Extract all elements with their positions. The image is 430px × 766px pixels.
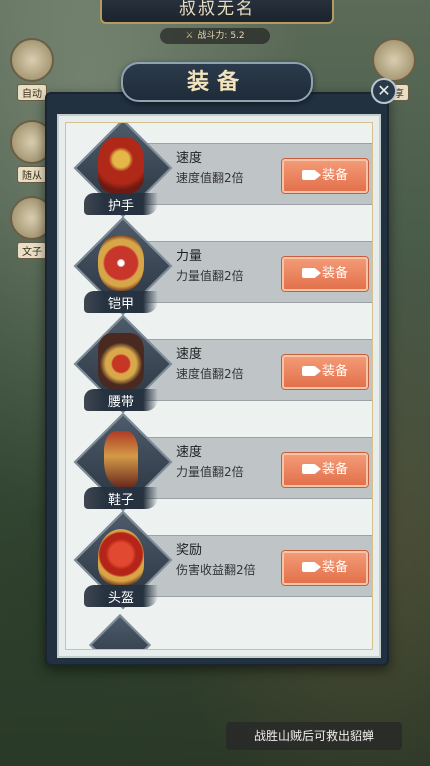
- equipment-panel: 护手 速度 速度值翻2倍 装备 铠甲 力量 力量值翻2倍 装备 腰带 速度 速度…: [45, 92, 389, 666]
- video-icon: [301, 268, 321, 278]
- player-name-banner: 叔叔无名: [100, 0, 334, 24]
- share-icon: [372, 38, 416, 82]
- slot-label: 护手: [107, 199, 134, 214]
- slot-label: 腰带: [107, 395, 134, 410]
- equipment-row: 护手 速度 速度值翻2倍 装备: [73, 123, 372, 221]
- video-icon: [301, 562, 321, 572]
- panel-body: 护手 速度 速度值翻2倍 装备 铠甲 力量 力量值翻2倍 装备 腰带 速度 速度…: [57, 114, 381, 658]
- equip-button[interactable]: 装备: [282, 159, 368, 193]
- equipment-desc: 速度值翻2倍: [176, 367, 244, 381]
- auto-icon: [10, 38, 54, 82]
- follower-label: 随从: [17, 166, 47, 183]
- equipment-list[interactable]: 护手 速度 速度值翻2倍 装备 铠甲 力量 力量值翻2倍 装备 腰带 速度 速度…: [65, 122, 373, 650]
- equip-button-label: 装备: [321, 462, 348, 477]
- equipment-name: 奖励: [176, 543, 203, 558]
- armor-icon: [98, 235, 144, 291]
- video-icon: [301, 170, 321, 180]
- equipment-row: 铠甲 力量 力量值翻2倍 装备: [73, 216, 372, 319]
- auto-button[interactable]: 自动: [10, 38, 54, 101]
- equip-button-label: 装备: [321, 266, 348, 281]
- equipment-desc: 伤害收益翻2倍: [176, 563, 256, 577]
- belt-icon: [98, 333, 144, 389]
- power-label: 战斗力: 5.2: [197, 31, 245, 41]
- video-icon: [301, 366, 321, 376]
- equip-button[interactable]: 装备: [282, 257, 368, 291]
- equipment-desc: 速度值翻2倍: [176, 171, 244, 185]
- close-icon[interactable]: ✕: [371, 78, 397, 104]
- equip-button[interactable]: 装备: [282, 453, 368, 487]
- video-icon: [301, 464, 321, 474]
- hint-toast: 战胜山贼后可救出貂蝉: [226, 722, 402, 750]
- equipment-name: 速度: [176, 151, 203, 166]
- boots-icon: [104, 431, 138, 487]
- equip-button[interactable]: 装备: [282, 355, 368, 389]
- power-indicator: ⚔ 战斗力: 5.2: [160, 28, 270, 44]
- auto-label: 自动: [17, 84, 47, 101]
- equip-button[interactable]: 装备: [282, 551, 368, 585]
- gauntlet-icon: [98, 137, 144, 193]
- equip-button-label: 装备: [321, 168, 348, 183]
- sword-icon: ⚔: [185, 31, 194, 41]
- slot-label: 鞋子: [107, 493, 134, 508]
- slot-label: 铠甲: [107, 297, 134, 312]
- equipment-name: 速度: [176, 445, 203, 460]
- equipment-row: 鞋子 速度 力量值翻2倍 装备: [73, 412, 372, 515]
- helmet-icon: [98, 529, 144, 585]
- wenzi-label: 文子: [17, 242, 47, 259]
- equip-button-label: 装备: [321, 560, 348, 575]
- equipment-desc: 力量值翻2倍: [176, 465, 244, 479]
- equipment-name: 力量: [176, 249, 203, 264]
- equipment-name: 速度: [176, 347, 203, 362]
- equipment-desc: 力量值翻2倍: [176, 269, 244, 283]
- slot-label: 头盔: [107, 591, 134, 606]
- next-item-frame: [88, 613, 152, 649]
- equipment-row: 头盔 奖励 伤害收益翻2倍 装备: [73, 510, 372, 613]
- equipment-row: 腰带 速度 速度值翻2倍 装备: [73, 314, 372, 417]
- equip-button-label: 装备: [321, 364, 348, 379]
- panel-title: 装备: [121, 62, 313, 102]
